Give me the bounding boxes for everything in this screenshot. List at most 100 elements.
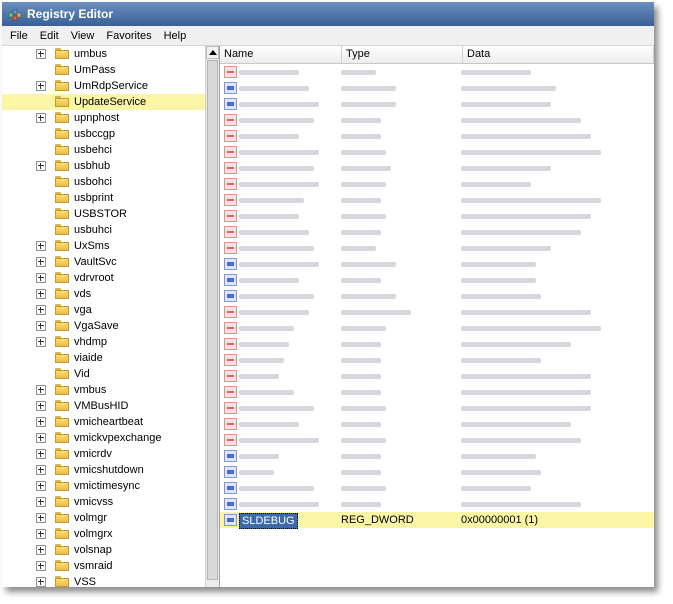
tree-item[interactable]: vmickvpexchange: [2, 430, 206, 446]
tree-item[interactable]: vds: [2, 286, 206, 302]
tree-item[interactable]: vdrvroot: [2, 270, 206, 286]
menu-help[interactable]: Help: [158, 30, 193, 42]
expand-plus-icon[interactable]: [36, 417, 46, 427]
expand-plus-icon[interactable]: [36, 161, 46, 171]
expand-plus-icon[interactable]: [36, 465, 46, 475]
value-row[interactable]: [220, 480, 654, 496]
expand-plus-icon[interactable]: [36, 273, 46, 283]
value-row[interactable]: [220, 272, 654, 288]
tree-item[interactable]: vmicrdv: [2, 446, 206, 462]
tree-item[interactable]: volsnap: [2, 542, 206, 558]
expand-plus-icon[interactable]: [36, 401, 46, 411]
tree-item[interactable]: upnphost: [2, 110, 206, 126]
tree-item[interactable]: USBSTOR: [2, 206, 206, 222]
value-row[interactable]: [220, 96, 654, 112]
value-row[interactable]: [220, 432, 654, 448]
value-row[interactable]: [220, 400, 654, 416]
menu-favorites[interactable]: Favorites: [100, 30, 157, 42]
value-row[interactable]: [220, 336, 654, 352]
value-row[interactable]: [220, 304, 654, 320]
tree-item[interactable]: usbhub: [2, 158, 206, 174]
value-row[interactable]: [220, 160, 654, 176]
folder-icon: [55, 512, 69, 523]
value-row[interactable]: [220, 496, 654, 512]
tree-scrollbar[interactable]: [205, 46, 219, 587]
expand-plus-icon[interactable]: [36, 497, 46, 507]
expand-plus-icon[interactable]: [36, 289, 46, 299]
expand-plus-icon[interactable]: [36, 337, 46, 347]
expand-plus-icon[interactable]: [36, 385, 46, 395]
column-name-header[interactable]: Name: [220, 46, 342, 63]
tree-item[interactable]: vmicvss: [2, 494, 206, 510]
scroll-thumb[interactable]: [207, 60, 218, 580]
tree-item[interactable]: VSS: [2, 574, 206, 587]
tree-item[interactable]: viaide: [2, 350, 206, 366]
value-row[interactable]: [220, 224, 654, 240]
tree-item[interactable]: umbus: [2, 46, 206, 62]
tree-item[interactable]: vmicshutdown: [2, 462, 206, 478]
value-row[interactable]: [220, 320, 654, 336]
value-row[interactable]: [220, 240, 654, 256]
tree-item[interactable]: volmgrx: [2, 526, 206, 542]
tree-item[interactable]: usbprint: [2, 190, 206, 206]
expand-plus-icon[interactable]: [36, 49, 46, 59]
tree-item[interactable]: VgaSave: [2, 318, 206, 334]
value-row[interactable]: [220, 288, 654, 304]
value-row[interactable]: [220, 128, 654, 144]
expand-plus-icon[interactable]: [36, 321, 46, 331]
value-row[interactable]: [220, 464, 654, 480]
expand-plus-icon[interactable]: [36, 545, 46, 555]
expand-plus-icon[interactable]: [36, 305, 46, 315]
expand-plus-icon[interactable]: [36, 433, 46, 443]
expand-plus-icon[interactable]: [36, 449, 46, 459]
column-data-header[interactable]: Data: [463, 46, 654, 63]
value-row[interactable]: [220, 144, 654, 160]
tree-item[interactable]: UpdateService: [2, 94, 206, 110]
tree-item[interactable]: usbccgp: [2, 126, 206, 142]
tree-item[interactable]: usbehci: [2, 142, 206, 158]
value-row[interactable]: [220, 80, 654, 96]
tree-item[interactable]: VMBusHID: [2, 398, 206, 414]
value-row[interactable]: [220, 112, 654, 128]
tree-item[interactable]: UxSms: [2, 238, 206, 254]
value-row[interactable]: [220, 368, 654, 384]
expand-plus-icon[interactable]: [36, 529, 46, 539]
redacted-text: [461, 262, 536, 267]
menu-edit[interactable]: Edit: [34, 30, 65, 42]
expand-plus-icon[interactable]: [36, 561, 46, 571]
expand-plus-icon[interactable]: [36, 577, 46, 587]
expand-plus-icon[interactable]: [36, 113, 46, 123]
tree-item[interactable]: UmRdpService: [2, 78, 206, 94]
tree-item[interactable]: vmicheartbeat: [2, 414, 206, 430]
expand-plus-icon[interactable]: [36, 241, 46, 251]
menu-view[interactable]: View: [65, 30, 101, 42]
tree-item[interactable]: VaultSvc: [2, 254, 206, 270]
value-row[interactable]: [220, 208, 654, 224]
menu-file[interactable]: File: [4, 30, 34, 42]
value-row[interactable]: [220, 64, 654, 80]
value-row[interactable]: [220, 352, 654, 368]
tree-item[interactable]: vmictimesync: [2, 478, 206, 494]
column-type-header[interactable]: Type: [342, 46, 463, 63]
value-row[interactable]: [220, 176, 654, 192]
expand-plus-icon[interactable]: [36, 481, 46, 491]
value-row[interactable]: [220, 256, 654, 272]
tree-item[interactable]: UmPass: [2, 62, 206, 78]
tree-item[interactable]: usbuhci: [2, 222, 206, 238]
value-row[interactable]: [220, 448, 654, 464]
expand-plus-icon[interactable]: [36, 257, 46, 267]
tree-item[interactable]: usbohci: [2, 174, 206, 190]
value-row[interactable]: [220, 384, 654, 400]
value-row-selected[interactable]: SLDEBUG REG_DWORD 0x00000001 (1): [220, 512, 654, 529]
value-row[interactable]: [220, 416, 654, 432]
scroll-up-arrow-icon[interactable]: [206, 46, 219, 59]
expand-plus-icon[interactable]: [36, 513, 46, 523]
expand-plus-icon[interactable]: [36, 81, 46, 91]
tree-item[interactable]: vsmraid: [2, 558, 206, 574]
tree-item[interactable]: Vid: [2, 366, 206, 382]
tree-item[interactable]: volmgr: [2, 510, 206, 526]
value-row[interactable]: [220, 192, 654, 208]
tree-item[interactable]: vga: [2, 302, 206, 318]
tree-item[interactable]: vhdmp: [2, 334, 206, 350]
tree-item[interactable]: vmbus: [2, 382, 206, 398]
